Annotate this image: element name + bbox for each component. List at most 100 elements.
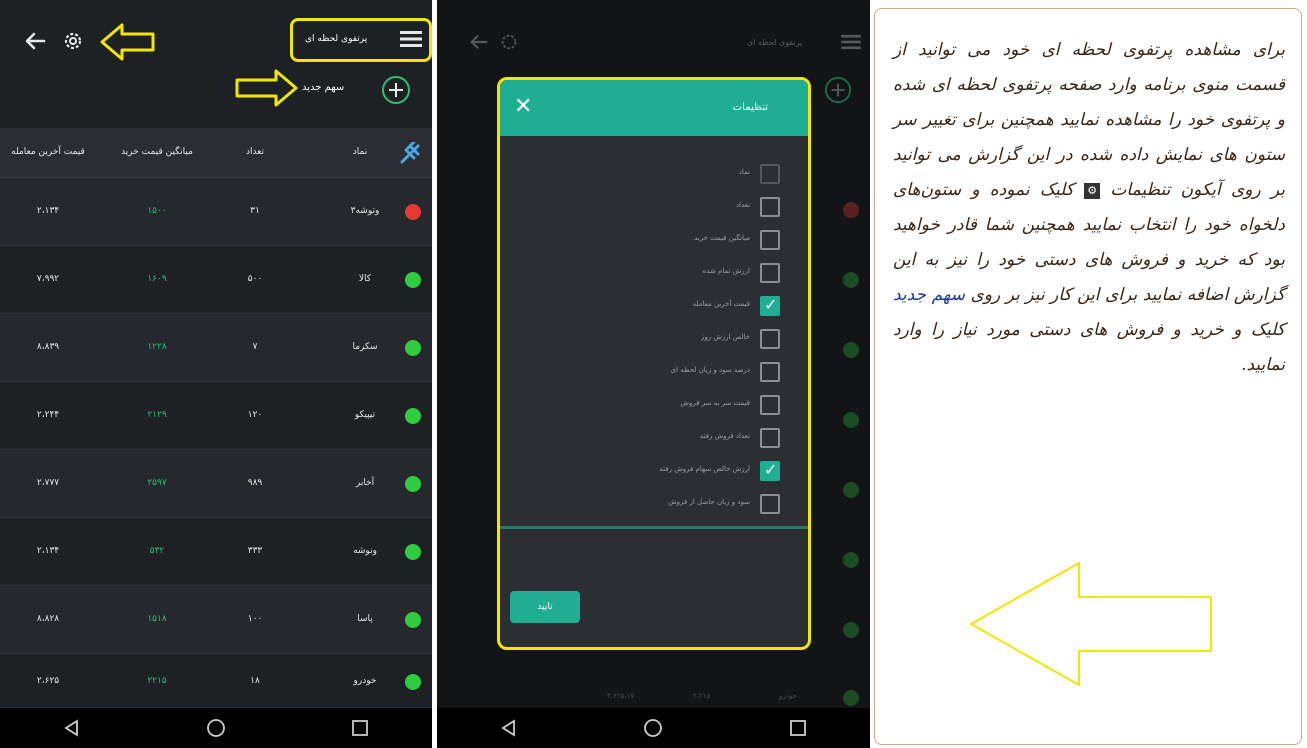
option-label: خالص ارزش روز	[700, 333, 750, 341]
page-title: پرتفوی لحظه ای	[747, 38, 803, 47]
nav-back-icon[interactable]	[62, 718, 82, 738]
hamburger-menu-icon[interactable]	[400, 30, 422, 48]
table-row[interactable]: ۸،۸۲۸ ۱۵۱۸ ۱۰۰ پاسا	[0, 586, 432, 654]
option-checkbox[interactable]	[760, 263, 780, 283]
instruction-text: برای مشاهده پرتفوی لحظه ای خود می توانید…	[893, 33, 1285, 383]
status-dot-red	[405, 204, 421, 220]
cell-last-price: ۸،۸۲۸	[36, 614, 60, 624]
column-header-avg-price[interactable]: میانگین قیمت خرید	[112, 147, 202, 157]
settings-dialog: ✕ تنظیمات نماد تعداد میانگین قیمت خرید ا…	[497, 77, 811, 650]
option-checkbox[interactable]	[760, 230, 780, 250]
column-option[interactable]: درصد سود و زیان لحظه ای	[500, 358, 808, 388]
option-checkbox[interactable]	[760, 494, 780, 514]
table-row[interactable]: ۲،۶۲۵ ۲۲۱۵ ۱۸ خودرو	[0, 654, 432, 708]
option-label: تعداد	[735, 201, 750, 209]
column-option[interactable]: سود و زیان حاصل از فروش	[500, 490, 808, 520]
cell-last-price: ۲،۲۴۴	[36, 410, 60, 420]
cell-count: ۹۸۹	[247, 478, 263, 488]
option-checkbox	[760, 164, 780, 184]
new-stock-label[interactable]: سهم جدید	[302, 82, 344, 93]
table-row[interactable]: ۲،۱۳۴ ۵۳۲ ۳۳۳ ونوشه	[0, 518, 432, 586]
back-arrow-icon[interactable]	[24, 30, 46, 52]
option-label: میانگین قیمت خرید	[694, 234, 750, 242]
instruction-text-part1: برای مشاهده پرتفوی لحظه ای خود می توانید…	[893, 40, 1286, 200]
status-dot-green	[843, 690, 859, 706]
column-option[interactable]: تعداد	[500, 193, 808, 223]
option-label: قیمت آخرین معامله	[692, 300, 750, 308]
cell-symbol: کالا	[358, 274, 372, 284]
option-checkbox[interactable]	[760, 395, 780, 415]
option-label: قیمت سر به سر فروش	[680, 399, 750, 407]
cell-avg-price: ۱۲۲۸	[147, 342, 167, 352]
table-row[interactable]: ۲،۷۷۷ ۲۵۹۷ ۹۸۹ آخابر	[0, 450, 432, 518]
hamburger-menu-icon	[841, 34, 861, 50]
nav-recents-icon[interactable]	[350, 718, 370, 738]
status-dot-green	[843, 342, 859, 358]
cell-count: ۵۰۰	[247, 274, 263, 284]
cell-symbol: سکرما	[352, 342, 378, 352]
instruction-text-part3: کلیک و خرید و فروش های دستی مورد نیاز را…	[893, 320, 1285, 375]
status-dot-green	[843, 412, 859, 428]
highlight-arrow-right	[235, 69, 298, 107]
column-header-last-price[interactable]: قیمت آخرین معامله	[6, 147, 90, 157]
table-row[interactable]: ۷،۹۹۲ ۱۶۰۹ ۵۰۰ کالا	[0, 246, 432, 314]
column-option[interactable]: قیمت سر به سر فروش	[500, 391, 808, 421]
nav-back-icon[interactable]	[499, 718, 519, 738]
column-header-symbol[interactable]: نماد	[335, 147, 385, 157]
table-header: قیمت آخرین معامله میانگین قیمت خرید تعدا…	[0, 128, 432, 178]
status-dot-green	[843, 552, 859, 568]
column-option[interactable]: ارزش خالص سهام فروش رفته	[500, 457, 808, 487]
cell-avg-price: ۲۱۲۹	[147, 410, 167, 420]
option-checkbox[interactable]	[760, 329, 780, 349]
option-checkbox[interactable]	[760, 197, 780, 217]
column-option[interactable]: تعداد فروش رفته	[500, 424, 808, 454]
portfolio-table: ۲،۱۳۴ ۱۵۰۰ ۳۱ وتوشه۳ ۷،۹۹۲ ۱۶۰۹ ۵۰۰ کالا…	[0, 178, 432, 708]
cell-symbol: وتوشه۳	[350, 206, 380, 216]
instruction-box: برای مشاهده پرتفوی لحظه ای خود می توانید…	[874, 8, 1302, 745]
dim-row-value: ۳،۶۲۵،۱۷	[607, 692, 635, 700]
cell-symbol: خودرو	[353, 676, 377, 686]
cell-last-price: ۲،۶۲۵	[36, 676, 60, 686]
close-icon[interactable]: ✕	[514, 94, 532, 119]
cell-symbol: آخابر	[355, 478, 375, 488]
cell-last-price: ۲،۷۷۷	[36, 478, 60, 488]
option-label: ارزش خالص سهام فروش رفته	[659, 465, 750, 473]
column-option[interactable]: قیمت آخرین معامله	[500, 292, 808, 322]
cell-count: ۱۸	[250, 676, 260, 686]
table-row[interactable]: ۸،۸۳۹ ۱۲۲۸ ۷ سکرما	[0, 314, 432, 382]
column-option[interactable]: میانگین قیمت خرید	[500, 226, 808, 256]
settings-gear-icon	[501, 34, 517, 50]
column-header-count[interactable]: تعداد	[230, 147, 280, 157]
add-stock-icon[interactable]	[381, 75, 411, 105]
nav-home-icon[interactable]	[206, 718, 226, 738]
status-dot-green	[843, 272, 859, 288]
settings-gear-icon[interactable]	[62, 30, 84, 52]
option-checkbox[interactable]	[760, 428, 780, 448]
new-stock-link: سهم جدید	[893, 285, 965, 305]
nav-home-icon[interactable]	[643, 718, 663, 738]
cell-last-price: ۲،۱۳۴	[36, 206, 60, 216]
page-title: پرتفوی لحظه ای	[305, 34, 368, 44]
dialog-title: تنظیمات	[732, 102, 768, 113]
column-option[interactable]: خالص ارزش روز	[500, 325, 808, 355]
table-row[interactable]: ۲،۱۳۴ ۱۵۰۰ ۳۱ وتوشه۳	[0, 178, 432, 246]
cell-count: ۱۲۰	[247, 410, 263, 420]
cell-avg-price: ۲۵۹۷	[147, 478, 167, 488]
option-checkbox-checked[interactable]	[760, 295, 780, 316]
option-checkbox-checked[interactable]	[760, 460, 780, 481]
dialog-header: ✕ تنظیمات	[500, 80, 808, 136]
cell-last-price: ۸،۸۳۹	[36, 342, 60, 352]
cell-avg-price: ۲۲۱۵	[147, 676, 167, 686]
confirm-button[interactable]: تایید	[510, 591, 580, 623]
portfolio-screen: پرتفوی لحظه ای سهم جدید قیمت آخرین معامل…	[0, 0, 432, 748]
nav-recents-icon[interactable]	[788, 718, 808, 738]
table-row[interactable]: ۲،۲۴۴ ۲۱۲۹ ۱۲۰ تیپیکو	[0, 382, 432, 450]
dim-row-symbol: خودرو	[779, 692, 797, 700]
highlight-arrow-left	[100, 23, 155, 61]
option-checkbox[interactable]	[760, 362, 780, 382]
option-label: نماد	[738, 168, 750, 176]
dim-row-value: ۲،۲۱۵	[693, 692, 711, 700]
column-option[interactable]: ارزش تمام شده	[500, 259, 808, 289]
option-label: تعداد فروش رفته	[699, 432, 750, 440]
settings-dialog-screen: پرتفوی لحظه ای خودرو ۲،۲۱۵ ۳،۶۲۵،۱۷ ✕ تن…	[437, 0, 870, 748]
